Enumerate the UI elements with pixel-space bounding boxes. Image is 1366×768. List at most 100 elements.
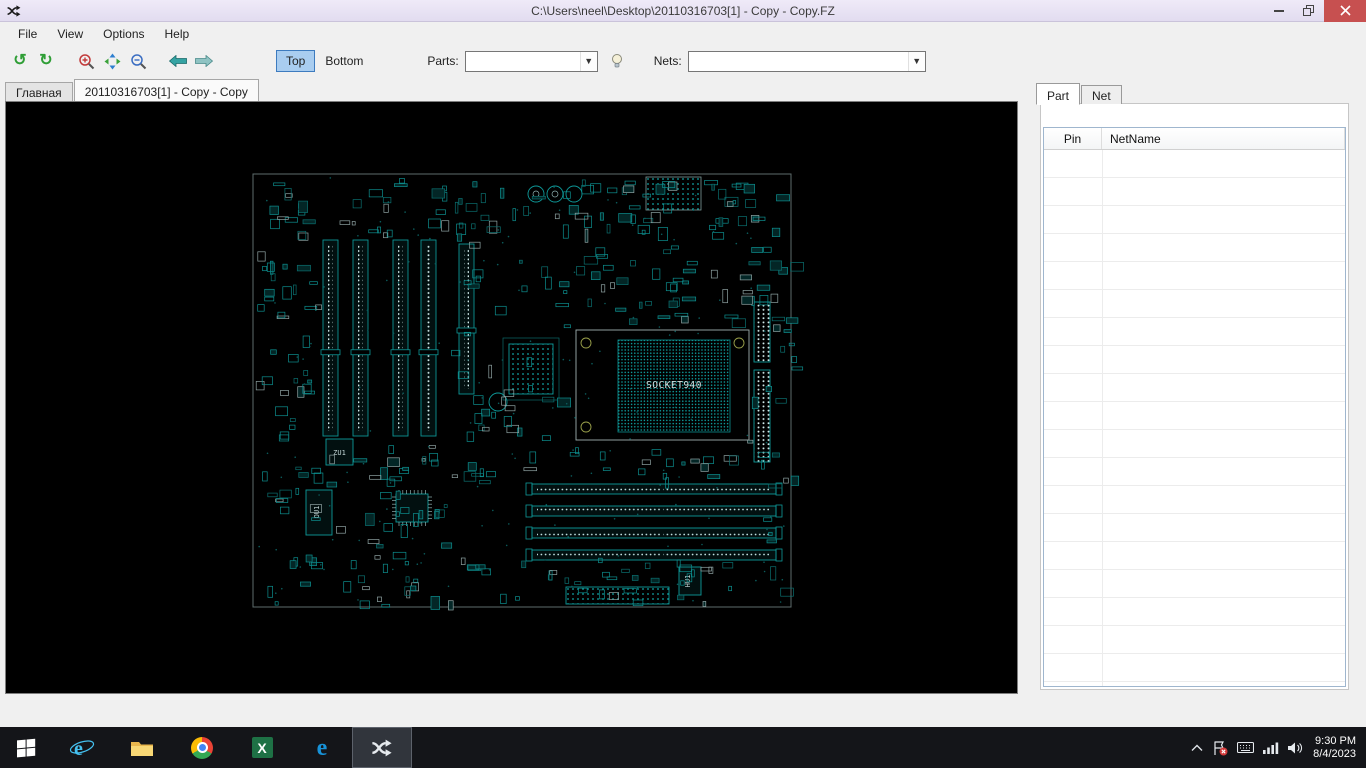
taskbar-chrome-button[interactable] — [172, 727, 232, 768]
boardviewer-app-icon — [370, 736, 394, 760]
parts-label: Parts: — [427, 54, 458, 68]
pin-net-table[interactable]: Pin NetName — [1043, 127, 1346, 687]
table-row — [1044, 374, 1345, 402]
forward-arrow-icon — [195, 55, 213, 67]
action-center-flag-icon[interactable] — [1212, 740, 1228, 756]
tab-home[interactable]: Главная — [5, 82, 73, 101]
close-button[interactable] — [1324, 0, 1366, 22]
excel-icon: X — [252, 737, 273, 758]
clock[interactable]: 9:30 PM 8/4/2023 — [1313, 735, 1356, 761]
chevron-down-icon: ▼ — [580, 52, 597, 71]
bottom-side-toggle[interactable]: Bottom — [315, 50, 373, 72]
internet-explorer-icon: e — [69, 736, 95, 760]
forward-button[interactable] — [192, 49, 216, 73]
table-row — [1044, 514, 1345, 542]
table-row — [1044, 178, 1345, 206]
column-header-pin[interactable]: Pin — [1044, 128, 1102, 149]
back-button[interactable] — [166, 49, 190, 73]
column-divider — [1102, 150, 1103, 686]
table-row — [1044, 570, 1345, 598]
hu1-label: HU1 — [684, 575, 692, 588]
chevron-down-icon: ▼ — [908, 52, 925, 71]
zoom-fit-icon — [104, 53, 121, 70]
table-row — [1044, 234, 1345, 262]
table-row — [1044, 206, 1345, 234]
rotate-cw-icon: ↻ — [39, 53, 52, 69]
minimize-icon — [1274, 10, 1284, 12]
pcb-boardview: SOCKET940 ZU1 OU1 HU1 — [6, 102, 1017, 693]
taskbar: e X e — [0, 727, 1366, 768]
taskbar-edge-button[interactable]: e — [292, 727, 352, 768]
volume-icon[interactable] — [1288, 741, 1304, 755]
menu-item-help[interactable]: Help — [155, 23, 200, 45]
table-row — [1044, 402, 1345, 430]
zoom-out-icon — [130, 53, 147, 70]
rotate-cw-button[interactable]: ↻ — [34, 49, 58, 73]
menu-item-options[interactable]: Options — [93, 23, 154, 45]
menubar: File View Options Help — [0, 22, 1366, 46]
taskbar-ie-button[interactable]: e — [52, 727, 112, 768]
zoom-in-button[interactable] — [74, 49, 98, 73]
rotate-ccw-button[interactable]: ↺ — [8, 49, 32, 73]
top-side-toggle[interactable]: Top — [276, 50, 315, 72]
table-row — [1044, 318, 1345, 346]
table-row — [1044, 598, 1345, 626]
column-header-netname[interactable]: NetName — [1102, 128, 1345, 149]
table-row — [1044, 262, 1345, 290]
app-icon — [6, 3, 22, 19]
ou1-label: OU1 — [313, 506, 321, 519]
tab-net[interactable]: Net — [1081, 85, 1122, 104]
lightbulb-icon — [610, 53, 624, 69]
nets-label: Nets: — [654, 54, 682, 68]
side-panel: Pin NetName — [1040, 103, 1349, 690]
restore-icon — [1303, 5, 1315, 16]
side-tabstrip: Part Net — [1036, 82, 1123, 104]
file-explorer-icon — [130, 738, 154, 758]
edge-icon: e — [317, 736, 328, 760]
board-canvas[interactable]: SOCKET940 ZU1 OU1 HU1 — [5, 101, 1018, 694]
table-row — [1044, 458, 1345, 486]
zoom-fit-button[interactable] — [100, 49, 124, 73]
nets-dropdown[interactable]: ▼ — [688, 51, 926, 72]
table-row — [1044, 290, 1345, 318]
maximize-button[interactable] — [1294, 0, 1324, 22]
menu-item-view[interactable]: View — [47, 23, 93, 45]
chrome-icon — [191, 737, 213, 759]
table-row — [1044, 430, 1345, 458]
tab-document[interactable]: 20110316703[1] - Copy - Copy — [74, 79, 259, 101]
windows-logo-icon — [15, 737, 37, 759]
table-row — [1044, 654, 1345, 682]
table-row — [1044, 486, 1345, 514]
parts-dropdown[interactable]: ▼ — [465, 51, 598, 72]
touch-keyboard-icon[interactable] — [1237, 741, 1254, 754]
zu1-label: ZU1 — [333, 449, 346, 457]
table-body — [1044, 150, 1345, 686]
taskbar-excel-button[interactable]: X — [232, 727, 292, 768]
taskbar-app-button[interactable] — [352, 727, 412, 768]
zoom-in-icon — [78, 53, 95, 70]
socket-label: SOCKET940 — [646, 380, 702, 391]
minimize-button[interactable] — [1264, 0, 1294, 22]
back-arrow-icon — [169, 55, 187, 67]
close-icon — [1340, 5, 1351, 16]
start-button[interactable] — [0, 727, 52, 768]
toolbar: ↺ ↻ Top Bottom P — [0, 46, 1366, 76]
table-row — [1044, 150, 1345, 178]
taskbar-explorer-button[interactable] — [112, 727, 172, 768]
table-row — [1044, 346, 1345, 374]
menu-item-file[interactable]: File — [8, 23, 47, 45]
table-row — [1044, 542, 1345, 570]
rotate-ccw-icon: ↺ — [13, 53, 26, 69]
system-tray: 9:30 PM 8/4/2023 — [1191, 727, 1366, 768]
zoom-out-button[interactable] — [126, 49, 150, 73]
table-row — [1044, 626, 1345, 654]
tray-expand-button[interactable] — [1191, 744, 1203, 752]
document-tabstrip: Главная 20110316703[1] - Copy - Copy — [5, 79, 260, 101]
highlight-bulb-button[interactable] — [606, 50, 628, 72]
network-signal-icon[interactable] — [1263, 741, 1279, 754]
tray-time: 9:30 PM — [1313, 735, 1356, 748]
window-title: C:\Users\neel\Desktop\20110316703[1] - C… — [0, 4, 1366, 18]
titlebar: C:\Users\neel\Desktop\20110316703[1] - C… — [0, 0, 1366, 22]
tab-part[interactable]: Part — [1036, 83, 1080, 105]
table-header: Pin NetName — [1044, 128, 1345, 150]
